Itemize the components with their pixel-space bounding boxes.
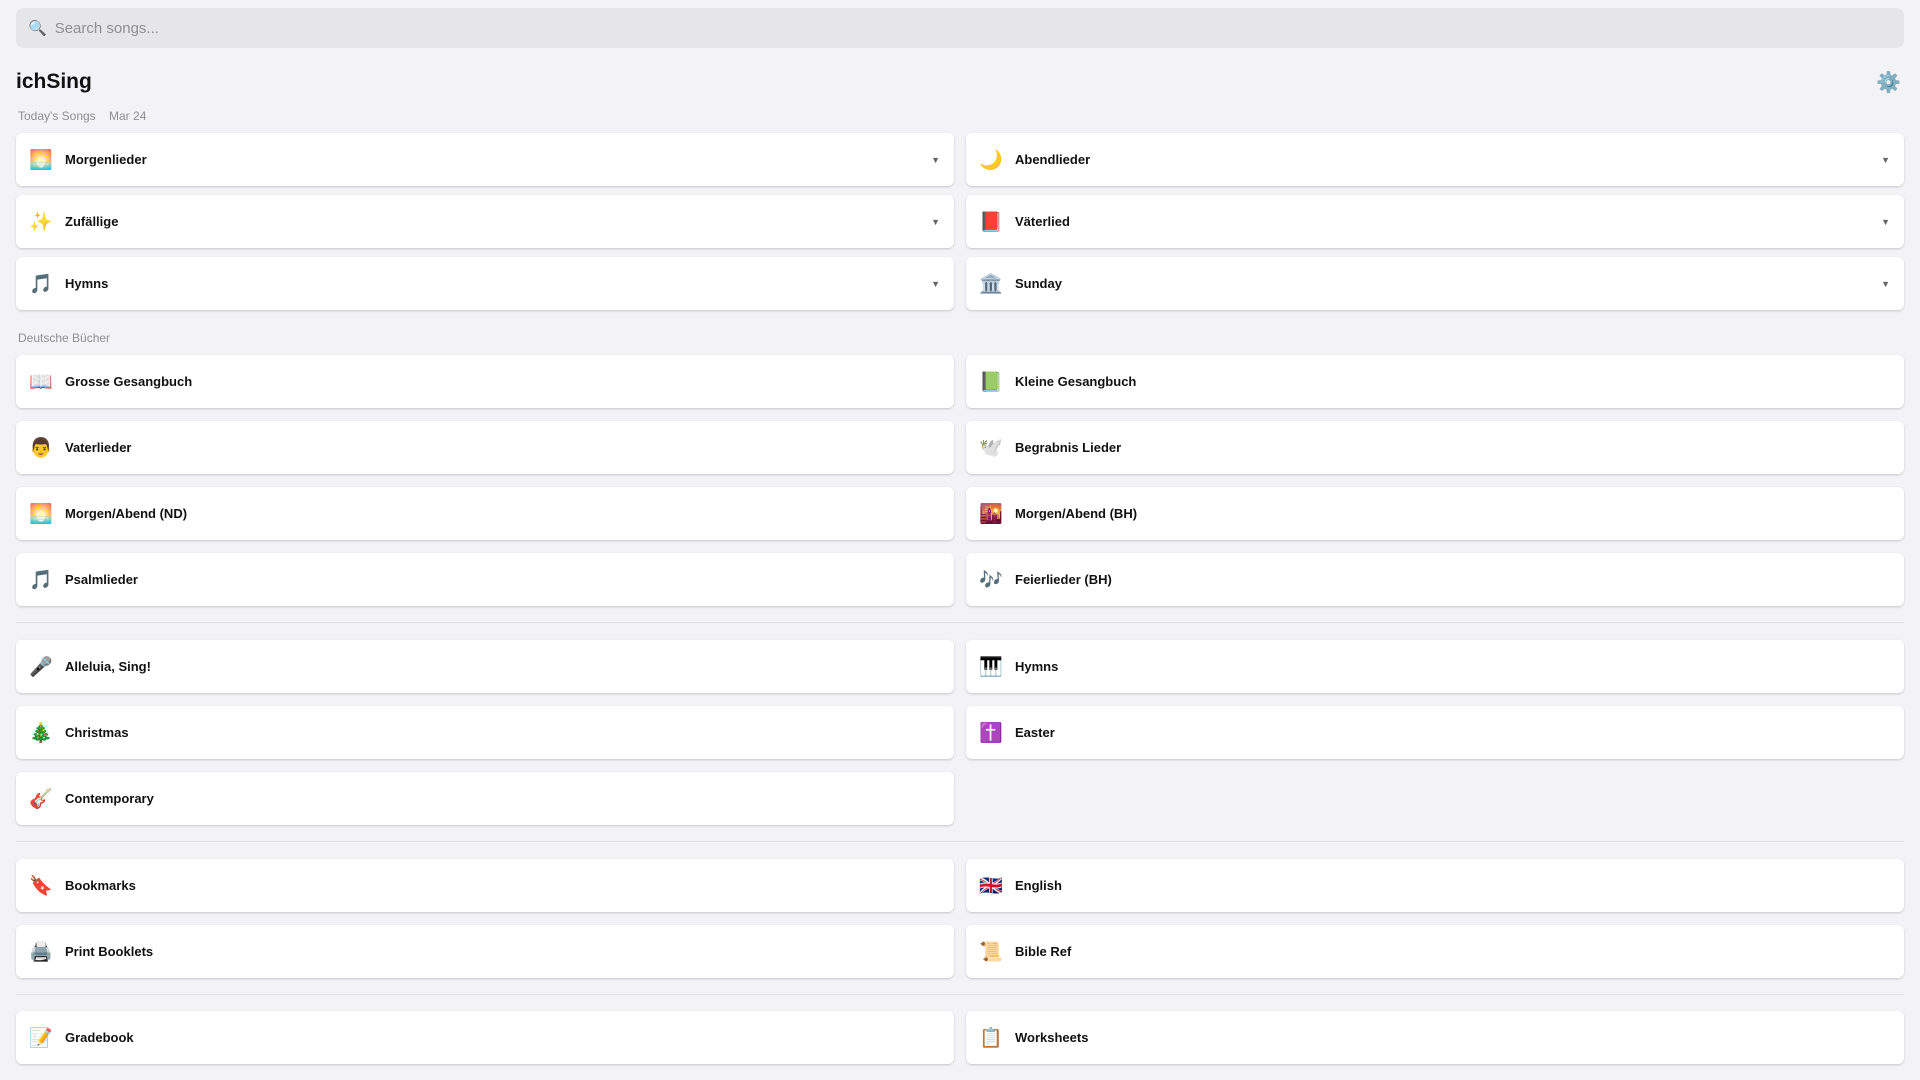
card-label: Hymns [65, 276, 109, 291]
chevron-down-icon[interactable]: ▼ [1881, 217, 1890, 227]
book-card-alleluia-sing[interactable]: 🎤 Alleluia, Sing! [16, 640, 954, 693]
card-label: Gradebook [65, 1030, 134, 1045]
card-label: Bookmarks [65, 878, 136, 893]
book-card-vaterlieder[interactable]: 👨 Vaterlieder [16, 421, 954, 474]
tools-item-icon: 🖨️ [29, 941, 53, 963]
book-card-morgen-abend-nd[interactable]: 🌅 Morgen/Abend (ND) [16, 487, 954, 540]
gear-icon[interactable]: ⚙️ [1876, 70, 1901, 95]
english-item-icon: 🎄 [29, 722, 53, 744]
search-icon: 🔍 [28, 20, 47, 37]
card-label: English [1015, 878, 1062, 893]
card-label: Grosse Gesangbuch [65, 374, 193, 389]
book-card-feierlieder-bh[interactable]: 🎶 Feierlieder (BH) [966, 553, 1904, 606]
german-item-icon: 🎶 [979, 569, 1003, 591]
today-item-icon: 🌙 [979, 149, 1003, 171]
playlist-dropdown-v-terlied[interactable]: 📕 Väterlied ▼ [966, 195, 1904, 248]
today-item-icon: ✨ [29, 211, 53, 233]
playlist-dropdown-sunday[interactable]: 🏛️ Sunday ▼ [966, 257, 1904, 310]
card-label: Worksheets [1015, 1030, 1089, 1045]
card-label: Morgenlieder [65, 152, 147, 167]
divider [16, 994, 1904, 995]
book-card-begrabnis-lieder[interactable]: 🕊️ Begrabnis Lieder [966, 421, 1904, 474]
chevron-down-icon[interactable]: ▼ [931, 279, 940, 289]
book-card-contemporary[interactable]: 🎸 Contemporary [16, 772, 954, 825]
todays-songs-label: Today's Songs [18, 109, 96, 123]
book-card-gradebook[interactable]: 📝 Gradebook [16, 1011, 954, 1064]
card-label: Sunday [1015, 276, 1062, 291]
book-card-psalmlieder[interactable]: 🎵 Psalmlieder [16, 553, 954, 606]
book-card-christmas[interactable]: 🎄 Christmas [16, 706, 954, 759]
card-label: Easter [1015, 725, 1055, 740]
book-card-easter[interactable]: ✝️ Easter [966, 706, 1904, 759]
card-label: Contemporary [65, 791, 154, 806]
card-label: Morgen/Abend (ND) [65, 506, 188, 521]
english-item-icon: 🎹 [979, 656, 1003, 678]
playlist-dropdown-abendlieder[interactable]: 🌙 Abendlieder ▼ [966, 133, 1904, 186]
tools-item-icon: 🔖 [29, 875, 53, 897]
today-item-icon: 📕 [979, 211, 1003, 233]
english-item-icon: 🎤 [29, 656, 53, 678]
school-item-icon: 📋 [979, 1027, 1003, 1049]
card-label: Print Booklets [65, 944, 154, 959]
book-card-bible-ref[interactable]: 📜 Bible Ref [966, 925, 1904, 978]
playlist-dropdown-zuf-llige[interactable]: ✨ Zufällige ▼ [16, 195, 954, 248]
today-item-icon: 🏛️ [979, 273, 1003, 295]
school-item-icon: 📝 [29, 1027, 53, 1049]
chevron-down-icon[interactable]: ▼ [1881, 279, 1890, 289]
german-item-icon: 🌇 [979, 503, 1003, 525]
card-label: Hymns [1015, 659, 1059, 674]
chevron-down-icon[interactable]: ▼ [931, 155, 940, 165]
book-card-grosse-gesangbuch[interactable]: 📖 Grosse Gesangbuch [16, 355, 954, 408]
card-label: Christmas [65, 725, 129, 740]
playlist-dropdown-hymns[interactable]: 🎵 Hymns ▼ [16, 257, 954, 310]
card-label: Psalmlieder [65, 572, 138, 587]
german-item-icon: 🕊️ [979, 437, 1003, 459]
chevron-down-icon[interactable]: ▼ [1881, 155, 1890, 165]
search-bar[interactable]: 🔍 [16, 8, 1904, 48]
book-card-bookmarks[interactable]: 🔖 Bookmarks [16, 859, 954, 912]
playlist-dropdown-morgenlieder[interactable]: 🌅 Morgenlieder ▼ [16, 133, 954, 186]
card-label: Feierlieder (BH) [1015, 572, 1112, 587]
card-label: Väterlied [1015, 214, 1070, 229]
card-label: Alleluia, Sing! [65, 659, 151, 674]
book-card-worksheets[interactable]: 📋 Worksheets [966, 1011, 1904, 1064]
card-label: Begrabnis Lieder [1015, 440, 1122, 455]
todays-songs-header: Today's Songs Mar 24 [18, 109, 156, 123]
german-item-icon: 👨 [29, 437, 53, 459]
tools-item-icon: 🇬🇧 [979, 875, 1003, 897]
book-card-english[interactable]: 🇬🇧 English [966, 859, 1904, 912]
card-label: Vaterlieder [65, 440, 132, 455]
divider [16, 841, 1904, 842]
german-item-icon: 📖 [29, 371, 53, 393]
german-item-icon: 🎵 [29, 569, 53, 591]
search-input[interactable] [54, 19, 1855, 37]
book-card-print-booklets[interactable]: 🖨️ Print Booklets [16, 925, 954, 978]
divider [16, 622, 1904, 623]
app-title: ichSing [16, 70, 92, 93]
today-item-icon: 🎵 [29, 273, 53, 295]
book-card-kleine-gesangbuch[interactable]: 📗 Kleine Gesangbuch [966, 355, 1904, 408]
german-item-icon: 📗 [979, 371, 1003, 393]
tools-item-icon: 📜 [979, 941, 1003, 963]
english-item-icon: ✝️ [979, 722, 1003, 744]
english-item-icon: 🎸 [29, 788, 53, 810]
book-card-hymns[interactable]: 🎹 Hymns [966, 640, 1904, 693]
card-label: Zufällige [65, 214, 119, 229]
deutsche-buecher-label: Deutsche Bücher [18, 331, 111, 345]
book-card-morgen-abend-bh[interactable]: 🌇 Morgen/Abend (BH) [966, 487, 1904, 540]
todays-date: Mar 24 [109, 109, 147, 123]
card-label: Bible Ref [1015, 944, 1072, 959]
today-item-icon: 🌅 [29, 149, 53, 171]
chevron-down-icon[interactable]: ▼ [931, 217, 940, 227]
german-item-icon: 🌅 [29, 503, 53, 525]
card-label: Abendlieder [1015, 152, 1091, 167]
card-label: Kleine Gesangbuch [1015, 374, 1137, 389]
card-label: Morgen/Abend (BH) [1015, 506, 1138, 521]
